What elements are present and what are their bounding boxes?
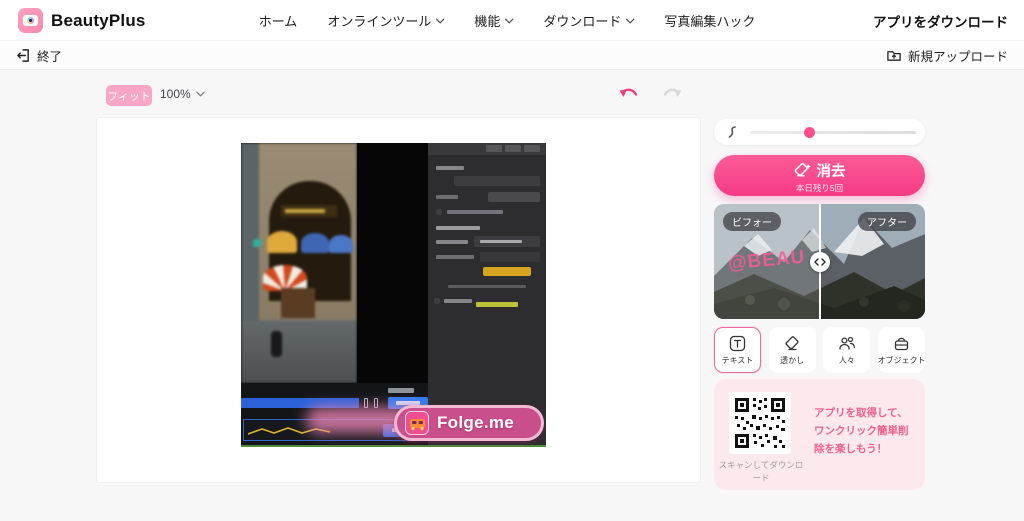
undo-icon (618, 85, 640, 103)
exit-button[interactable]: 終了 (16, 41, 62, 70)
brand[interactable]: BeautyPlus (18, 8, 146, 33)
erase-remaining-count: 本日残り5回 (714, 182, 925, 194)
nav-item-photo-editing-hacks[interactable]: 写真編集ハック (664, 11, 755, 30)
upload-icon (886, 48, 902, 63)
tool-text-button[interactable]: テキスト (714, 327, 761, 373)
before-label: ビフォー (723, 212, 781, 231)
qr-scan-caption: スキャンしてダウンロード (718, 459, 804, 485)
editor-content: フィット 100% (0, 70, 1024, 521)
exit-icon (16, 48, 31, 63)
tool-watermark-button[interactable]: 透かし (769, 327, 816, 373)
qr-promo-card: スキャンしてダウンロード アプリを取得して、ワンクリック簡単削除を楽しもう！ (714, 379, 925, 490)
zoom-level-select[interactable]: 100% (160, 87, 205, 101)
folge-watermark: Folge.me (394, 405, 544, 441)
fit-zoom-button[interactable]: フィット (106, 85, 152, 106)
editor-panel-graphic (428, 143, 546, 447)
before-after-compare[interactable]: @BEAU ビフォー アフター (714, 204, 925, 319)
watermark-text: Folge.me (437, 413, 514, 433)
nav-item-download[interactable]: ダウンロード (543, 11, 634, 30)
nav-item-features[interactable]: 機能 (474, 11, 513, 30)
nav-item-home[interactable]: ホーム (259, 11, 298, 30)
video-letterbox-region (357, 143, 428, 383)
top-navbar: BeautyPlus ホーム オンラインツール 機能 ダウンロード 写真編集ハッ… (0, 0, 1024, 41)
compare-handle[interactable] (810, 252, 830, 272)
chevron-down-icon (625, 18, 634, 24)
zoom-level-value: 100% (160, 87, 191, 101)
image-bottom-strip (241, 445, 546, 447)
chevron-down-icon (196, 91, 205, 97)
main-nav: ホーム オンラインツール 機能 ダウンロード 写真編集ハック (259, 0, 756, 41)
erase-button[interactable]: 消去 本日残り5回 (714, 155, 925, 196)
download-app-button[interactable]: アプリをダウンロード (873, 0, 1008, 41)
editor-toolbar-bar: 終了 新規アップロード (0, 41, 1024, 70)
removal-tools-row: テキスト 透かし 人々 オブジェクト (714, 327, 925, 374)
erase-button-label: 消去 (817, 160, 846, 181)
brush-slider-thumb[interactable] (804, 127, 815, 138)
brush-size-icon (725, 125, 739, 139)
eraser-sparkle-icon (794, 163, 811, 178)
object-icon (893, 335, 910, 352)
photo-region (241, 143, 357, 383)
qr-code (729, 392, 791, 454)
canvas-image[interactable]: Folge.me (241, 143, 546, 447)
tool-people-button[interactable]: 人々 (823, 327, 870, 373)
eraser-icon (784, 335, 801, 352)
chevron-down-icon (435, 18, 444, 24)
qr-promo-text: アプリを取得して、ワンクリック簡単削除を楽しもう！ (814, 405, 916, 459)
after-label: アフター (858, 212, 916, 231)
text-icon (729, 335, 746, 352)
compare-arrows-icon (814, 258, 826, 266)
chevron-down-icon (504, 18, 513, 24)
canvas-card: Folge.me (96, 117, 701, 483)
brush-size-slider[interactable] (714, 119, 925, 145)
new-upload-button[interactable]: 新規アップロード (886, 41, 1008, 70)
nav-item-online-tools[interactable]: オンラインツール (327, 11, 444, 30)
undo-button[interactable] (618, 85, 640, 103)
brand-name: BeautyPlus (51, 11, 146, 31)
panel-yellow-button (483, 267, 531, 276)
redo-button[interactable] (661, 85, 683, 103)
redo-icon (661, 85, 683, 103)
tool-object-button[interactable]: オブジェクト (878, 327, 925, 373)
people-icon (838, 335, 856, 352)
panel-highlight-text (476, 302, 518, 307)
beautyplus-logo-icon (18, 8, 43, 33)
slider-track[interactable] (750, 131, 916, 134)
folge-logo-icon (405, 411, 429, 435)
